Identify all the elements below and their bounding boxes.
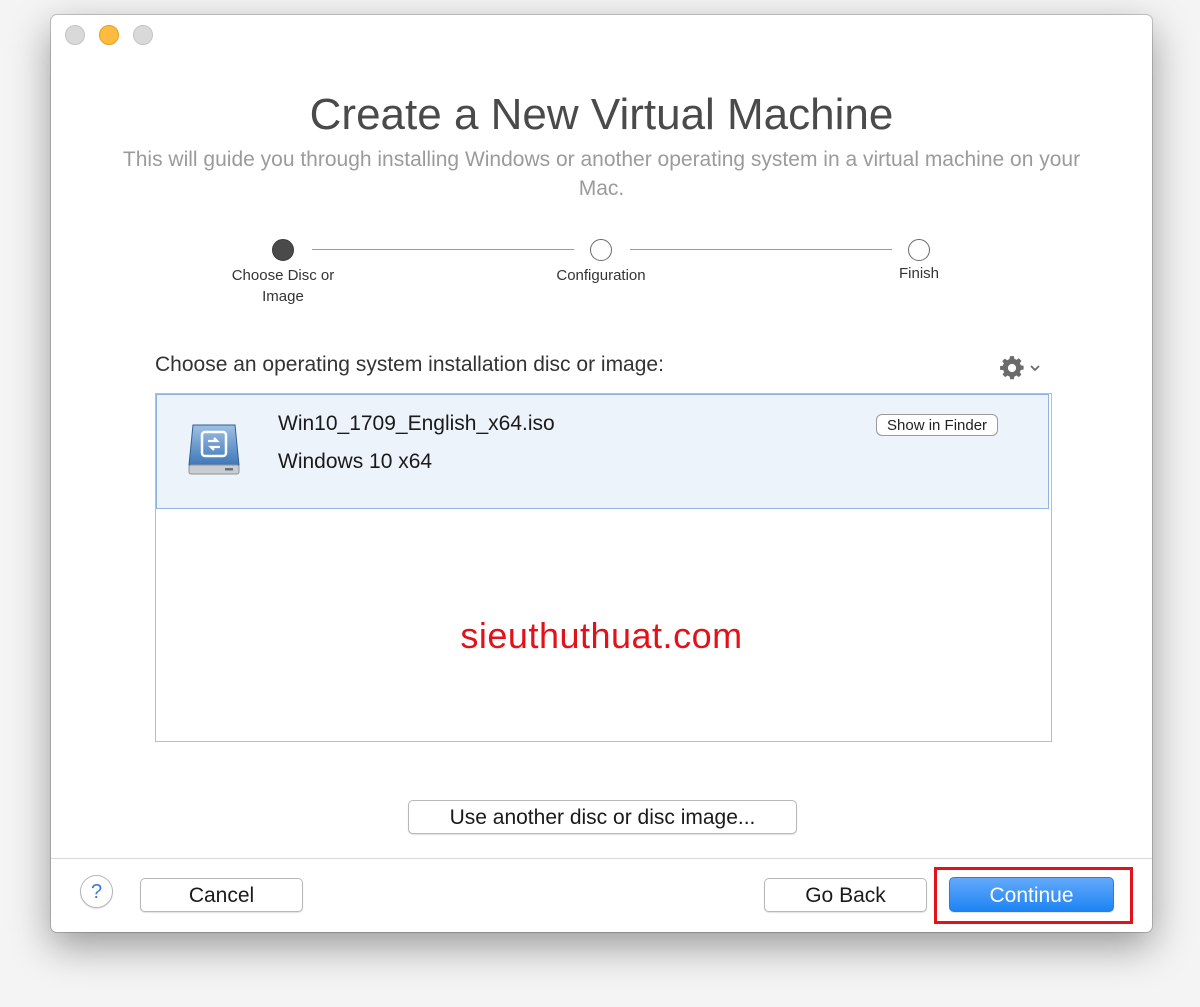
step-label-finish: Finish [898, 265, 939, 282]
show-in-finder-button[interactable]: Show in Finder [876, 414, 999, 436]
zoom-window-button[interactable] [133, 25, 153, 45]
page-subtitle: This will guide you through installing W… [122, 148, 1081, 200]
step-connector [630, 249, 892, 250]
chevron-down-icon [1029, 362, 1041, 374]
help-icon: ? [90, 881, 103, 903]
source-list[interactable]: Win10_1709_English_x64.iso Windows 10 x6… [155, 393, 1052, 742]
vm-assistant-window: Create a New Virtual Machine This will g… [51, 15, 1152, 932]
step-label-configuration: Configuration [556, 267, 646, 284]
page-title: Create a New Virtual Machine [309, 90, 894, 139]
close-window-button[interactable] [65, 25, 85, 45]
help-button[interactable]: ? [80, 875, 113, 908]
watermark: sieuthuthuat.com [460, 615, 743, 656]
continue-highlight-box [934, 867, 1133, 924]
step-label-choose-disc: Choose Disc or Image [231, 267, 335, 305]
use-another-disc-button[interactable]: Use another disc or disc image... [408, 800, 797, 834]
step-connector [312, 249, 574, 250]
source-section-label: Choose an operating system installation … [155, 353, 664, 376]
step-indicator-current [272, 239, 294, 261]
footer-divider [51, 858, 1152, 859]
minimize-window-button[interactable] [99, 25, 119, 45]
disc-image-filename: Win10_1709_English_x64.iso [278, 412, 555, 435]
go-back-button[interactable]: Go Back [764, 878, 927, 912]
gear-icon [999, 355, 1025, 381]
disk-image-icon [187, 421, 241, 482]
list-item[interactable]: Win10_1709_English_x64.iso Windows 10 x6… [156, 394, 1049, 509]
cancel-button[interactable]: Cancel [140, 878, 303, 912]
settings-menu-button[interactable] [999, 355, 1041, 381]
step-indicator-finish [908, 239, 930, 261]
detected-os-name: Windows 10 x64 [278, 450, 433, 473]
step-indicator-configuration [590, 239, 612, 261]
